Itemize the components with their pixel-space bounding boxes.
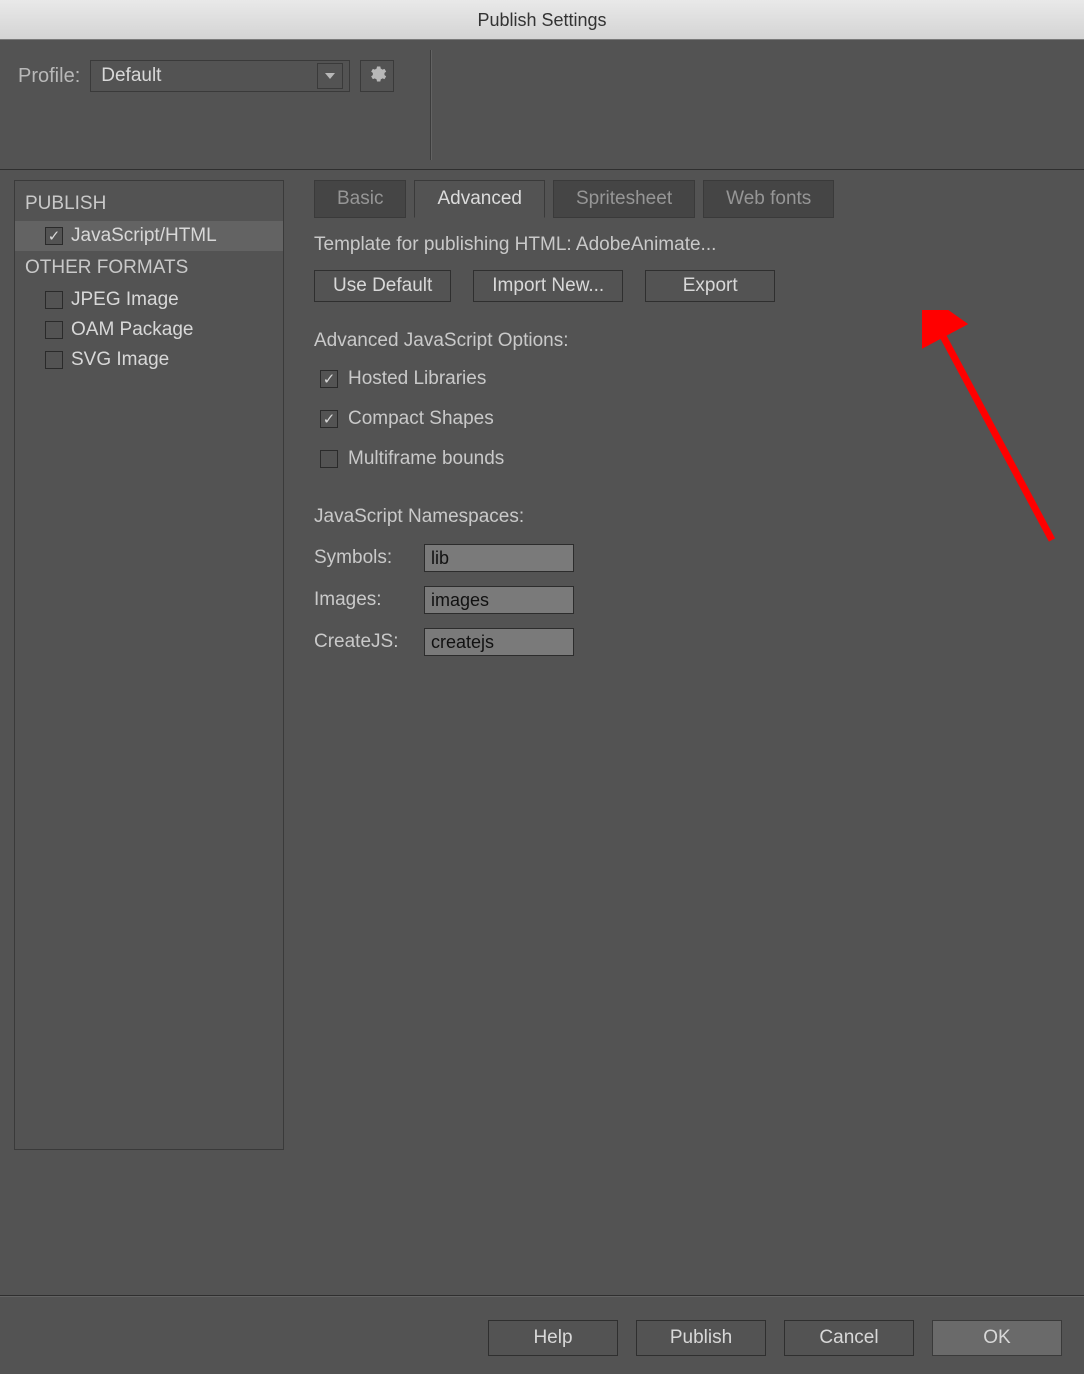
- images-input[interactable]: [424, 586, 574, 614]
- checkbox-compact-shapes[interactable]: [320, 410, 338, 428]
- profile-selected-value: Default: [101, 65, 161, 87]
- format-list: PUBLISH JavaScript/HTML OTHER FORMATS JP…: [14, 180, 284, 1150]
- format-label: SVG Image: [71, 349, 169, 371]
- tab-webfonts[interactable]: Web fonts: [703, 180, 834, 218]
- checkbox-svg[interactable]: [45, 351, 63, 369]
- profile-label: Profile:: [18, 65, 80, 88]
- top-area: Profile: Default: [0, 40, 1084, 170]
- format-label: OAM Package: [71, 319, 194, 341]
- publish-section-header: PUBLISH: [15, 187, 283, 221]
- other-formats-section-header: OTHER FORMATS: [15, 251, 283, 285]
- use-default-button[interactable]: Use Default: [314, 270, 451, 302]
- template-label: Template for publishing HTML: AdobeAnima…: [314, 234, 1070, 256]
- help-button[interactable]: Help: [488, 1320, 618, 1356]
- tab-basic[interactable]: Basic: [314, 180, 406, 218]
- import-new-button[interactable]: Import New...: [473, 270, 623, 302]
- tab-spritesheet[interactable]: Spritesheet: [553, 180, 695, 218]
- cancel-button[interactable]: Cancel: [784, 1320, 914, 1356]
- advanced-js-header: Advanced JavaScript Options:: [314, 330, 1070, 352]
- chevron-down-icon: [317, 63, 343, 89]
- format-label: JavaScript/HTML: [71, 225, 217, 247]
- compact-shapes-row[interactable]: Compact Shapes: [320, 408, 1070, 430]
- gear-icon: [367, 64, 387, 89]
- images-label: Images:: [314, 589, 424, 611]
- profile-dropdown[interactable]: Default: [90, 60, 350, 92]
- symbols-label: Symbols:: [314, 547, 424, 569]
- createjs-input[interactable]: [424, 628, 574, 656]
- window-title: Publish Settings: [0, 0, 1084, 40]
- export-button[interactable]: Export: [645, 270, 775, 302]
- checkbox-multiframe-bounds[interactable]: [320, 450, 338, 468]
- divider-horizontal: [0, 1295, 1084, 1296]
- format-item-svg[interactable]: SVG Image: [15, 345, 283, 375]
- tab-bar: Basic Advanced Spritesheet Web fonts: [314, 180, 1070, 218]
- checkbox-hosted-libraries[interactable]: [320, 370, 338, 388]
- tab-advanced[interactable]: Advanced: [414, 180, 545, 218]
- checkbox-jpeg[interactable]: [45, 291, 63, 309]
- format-item-javascript-html[interactable]: JavaScript/HTML: [15, 221, 283, 251]
- dialog-buttons: Help Publish Cancel OK: [488, 1320, 1062, 1356]
- symbols-input[interactable]: [424, 544, 574, 572]
- divider-vertical: [430, 50, 431, 160]
- format-label: JPEG Image: [71, 289, 179, 311]
- format-item-oam[interactable]: OAM Package: [15, 315, 283, 345]
- multiframe-bounds-label: Multiframe bounds: [348, 448, 504, 470]
- profile-settings-button[interactable]: [360, 60, 394, 92]
- ok-button[interactable]: OK: [932, 1320, 1062, 1356]
- multiframe-bounds-row[interactable]: Multiframe bounds: [320, 448, 1070, 470]
- namespaces-header: JavaScript Namespaces:: [314, 506, 1070, 528]
- createjs-label: CreateJS:: [314, 631, 424, 653]
- hosted-libraries-label: Hosted Libraries: [348, 368, 486, 390]
- settings-panel: Basic Advanced Spritesheet Web fonts Tem…: [314, 180, 1070, 1150]
- publish-button[interactable]: Publish: [636, 1320, 766, 1356]
- checkbox-oam[interactable]: [45, 321, 63, 339]
- checkbox-javascript-html[interactable]: [45, 227, 63, 245]
- hosted-libraries-row[interactable]: Hosted Libraries: [320, 368, 1070, 390]
- compact-shapes-label: Compact Shapes: [348, 408, 494, 430]
- format-item-jpeg[interactable]: JPEG Image: [15, 285, 283, 315]
